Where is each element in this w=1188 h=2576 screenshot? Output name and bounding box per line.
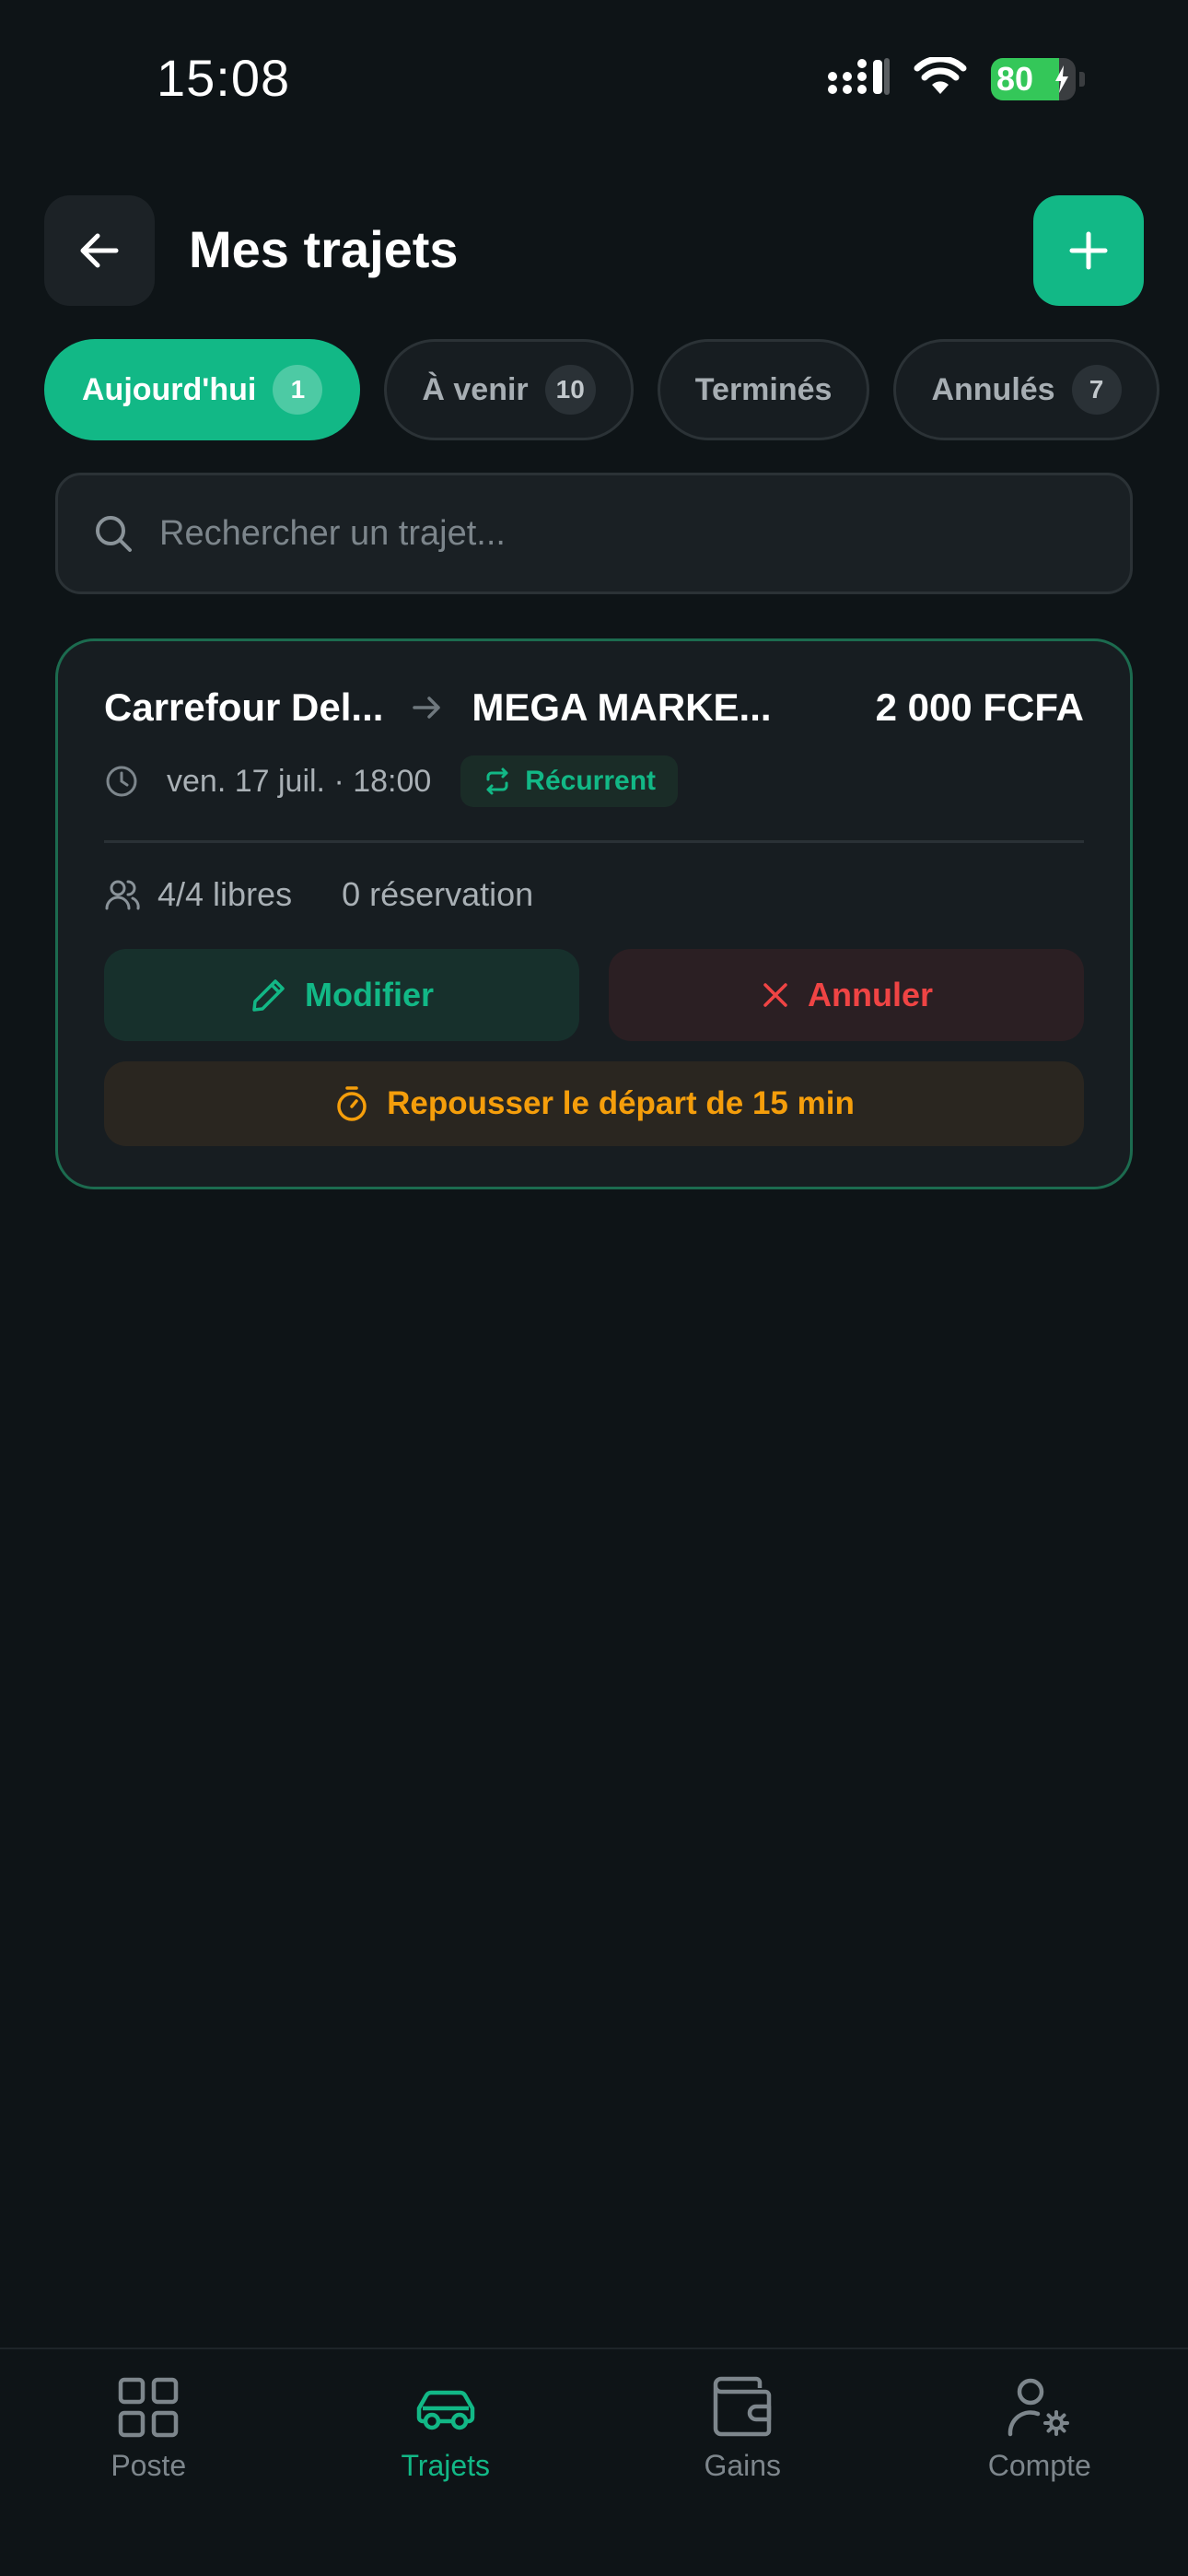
timer-icon xyxy=(337,1086,367,1121)
trip-destination: MEGA MARKE... xyxy=(472,685,772,729)
tab-count-badge: 1 xyxy=(273,365,323,415)
nav-item-poste[interactable]: Poste xyxy=(0,2349,297,2576)
reservations-count: 0 réservation xyxy=(342,875,534,913)
page-title: Mes trajets xyxy=(189,220,459,278)
trip-datetime: ven. 17 juil. · 18:00 xyxy=(167,763,432,799)
wifi-icon xyxy=(914,55,967,100)
trip-card[interactable]: Carrefour Del... MEGA MARKE... 2 000 FCF… xyxy=(55,638,1133,1189)
user-settings-icon xyxy=(1007,2378,1069,2437)
delay-departure-button[interactable]: Repousser le départ de 15 min xyxy=(104,1061,1084,1146)
tab-label: Aujourd'hui xyxy=(82,371,257,407)
repeat-icon xyxy=(486,767,508,795)
nav-label: Trajets xyxy=(401,2449,491,2482)
nav-item-compte[interactable]: Compte xyxy=(891,2349,1188,2576)
tab-label: À venir xyxy=(422,371,529,407)
pencil-icon xyxy=(252,979,285,1012)
edit-trip-button[interactable]: Modifier xyxy=(104,949,579,1041)
delay-label: Repousser le départ de 15 min xyxy=(387,1085,855,1121)
back-button[interactable] xyxy=(44,195,155,306)
tab-upcoming[interactable]: À venir 10 xyxy=(384,339,634,440)
status-indicators: 80 xyxy=(827,55,1085,100)
recurring-label: Récurrent xyxy=(525,766,657,796)
nav-item-trajets[interactable]: Trajets xyxy=(297,2349,595,2576)
battery-level: 80 xyxy=(996,59,1034,98)
arrow-right-icon xyxy=(413,697,441,719)
edit-label: Modifier xyxy=(305,976,434,1013)
filter-tabs: Aujourd'hui 1 À venir 10 Terminés Annulé… xyxy=(44,339,1159,440)
tab-label: Terminés xyxy=(694,371,833,407)
car-icon xyxy=(416,2390,474,2430)
nav-item-gains[interactable]: Gains xyxy=(594,2349,891,2576)
cancel-label: Annuler xyxy=(807,976,933,1013)
grid-icon xyxy=(119,2377,179,2438)
tab-label: Annulés xyxy=(931,371,1055,407)
tab-completed[interactable]: Terminés xyxy=(657,339,870,440)
users-icon xyxy=(105,880,140,910)
status-time: 15:08 xyxy=(157,49,291,107)
add-trip-button[interactable] xyxy=(1033,195,1144,306)
recurring-badge: Récurrent xyxy=(460,755,679,807)
card-divider xyxy=(104,840,1084,843)
trip-meta: ven. 17 juil. · 18:00 Récurrent xyxy=(104,755,679,807)
nav-label: Gains xyxy=(704,2449,782,2482)
tab-today[interactable]: Aujourd'hui 1 xyxy=(44,339,361,440)
trip-actions: Modifier Annuler xyxy=(104,949,1084,1041)
tab-count-badge: 10 xyxy=(544,365,596,415)
search-icon xyxy=(96,516,132,552)
cellular-signal-icon xyxy=(827,58,890,100)
charging-bolt-icon xyxy=(1055,64,1068,93)
nav-label: Compte xyxy=(987,2449,1091,2482)
tab-cancelled[interactable]: Annulés 7 xyxy=(893,339,1159,440)
bottom-navigation: Poste Trajets Gains Compte xyxy=(0,2348,1188,2576)
cancel-trip-button[interactable]: Annuler xyxy=(609,949,1084,1041)
plus-icon xyxy=(1069,231,1108,270)
search-bar[interactable] xyxy=(55,473,1133,594)
trip-price: 2 000 FCFA xyxy=(875,685,1084,729)
tab-count-badge: 7 xyxy=(1071,365,1122,415)
app-screen: 15:08 80 Mes trajets Aujourd'hui 1 À ven… xyxy=(0,0,1188,2576)
battery-icon: 80 xyxy=(991,57,1085,100)
search-input[interactable] xyxy=(159,513,1080,554)
wallet-icon xyxy=(714,2376,772,2437)
trip-availability: 4/4 libres 0 réservation xyxy=(104,875,533,914)
trip-origin: Carrefour Del... xyxy=(104,685,384,729)
seats-available: 4/4 libres xyxy=(157,875,293,913)
close-icon xyxy=(763,983,787,1007)
arrow-left-icon xyxy=(80,233,119,268)
nav-label: Poste xyxy=(111,2449,187,2482)
clock-icon xyxy=(106,766,137,797)
